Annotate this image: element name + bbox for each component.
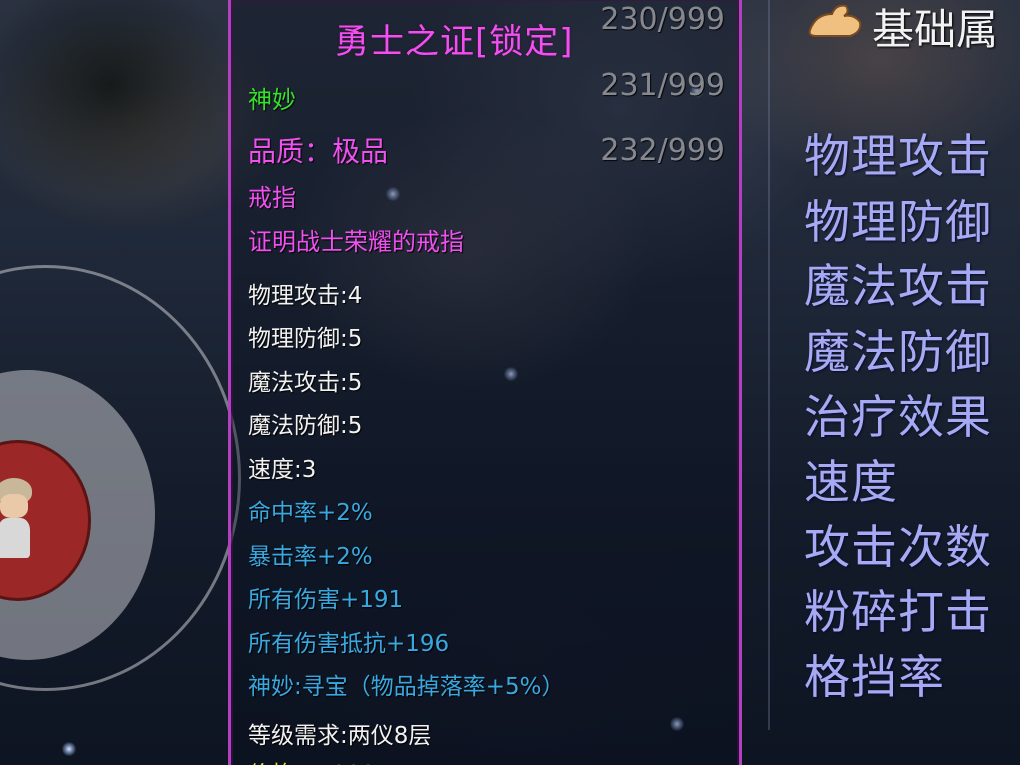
attribute-item: 治疗效果 xyxy=(804,390,992,444)
item-price-partial: 价格：1000 xyxy=(248,755,376,765)
item-quality: 品质：极品 xyxy=(248,135,389,168)
attribute-item: 魔法攻击 xyxy=(804,259,992,313)
attribute-item: 攻击次数 xyxy=(804,520,992,574)
bonus-stat: 所有伤害+191 xyxy=(248,587,404,613)
light-particle xyxy=(62,742,76,756)
attribute-item: 粉碎打击 xyxy=(804,585,992,639)
base-stat: 物理攻击:4 xyxy=(248,283,363,309)
character-avatar[interactable] xyxy=(0,478,36,562)
item-title: 勇士之证[锁定] xyxy=(335,22,574,62)
bonus-stat: 暴击率+2% xyxy=(248,544,373,570)
avatar-body xyxy=(0,518,30,558)
level-requirement: 等级需求:两仪8层 xyxy=(248,723,432,749)
avatar-face xyxy=(0,494,28,518)
game-scene: 230/999 231/999 232/999 勇士之证[锁定] 神妙 品质：极… xyxy=(0,0,1020,765)
attribute-item: 魔法防御 xyxy=(804,325,992,379)
tree-silhouette xyxy=(0,0,240,200)
attribute-item: 速度 xyxy=(804,455,898,509)
bonus-stat: 所有伤害抵抗+196 xyxy=(248,631,450,657)
attributes-title: 基础属 xyxy=(872,5,999,54)
flexed-arm-icon xyxy=(808,4,862,37)
attribute-item: 物理攻击 xyxy=(804,129,992,183)
base-stat: 物理防御:5 xyxy=(248,326,363,352)
base-stat: 魔法防御:5 xyxy=(248,413,363,439)
item-description: 证明战士荣耀的戒指 xyxy=(248,228,464,256)
base-stat: 魔法攻击:5 xyxy=(248,370,363,396)
attribute-item: 格挡率 xyxy=(804,650,945,704)
item-type: 戒指 xyxy=(248,184,296,212)
panel-divider xyxy=(768,0,770,730)
base-stat: 速度:3 xyxy=(248,457,317,483)
attributes-header: 基础属 xyxy=(806,0,1020,56)
item-special-tag: 神妙 xyxy=(248,86,296,114)
attribute-item: 物理防御 xyxy=(804,195,992,249)
bonus-stat: 命中率+2% xyxy=(248,500,373,526)
bonus-stat: 神妙:寻宝（物品掉落率+5%） xyxy=(248,674,565,700)
